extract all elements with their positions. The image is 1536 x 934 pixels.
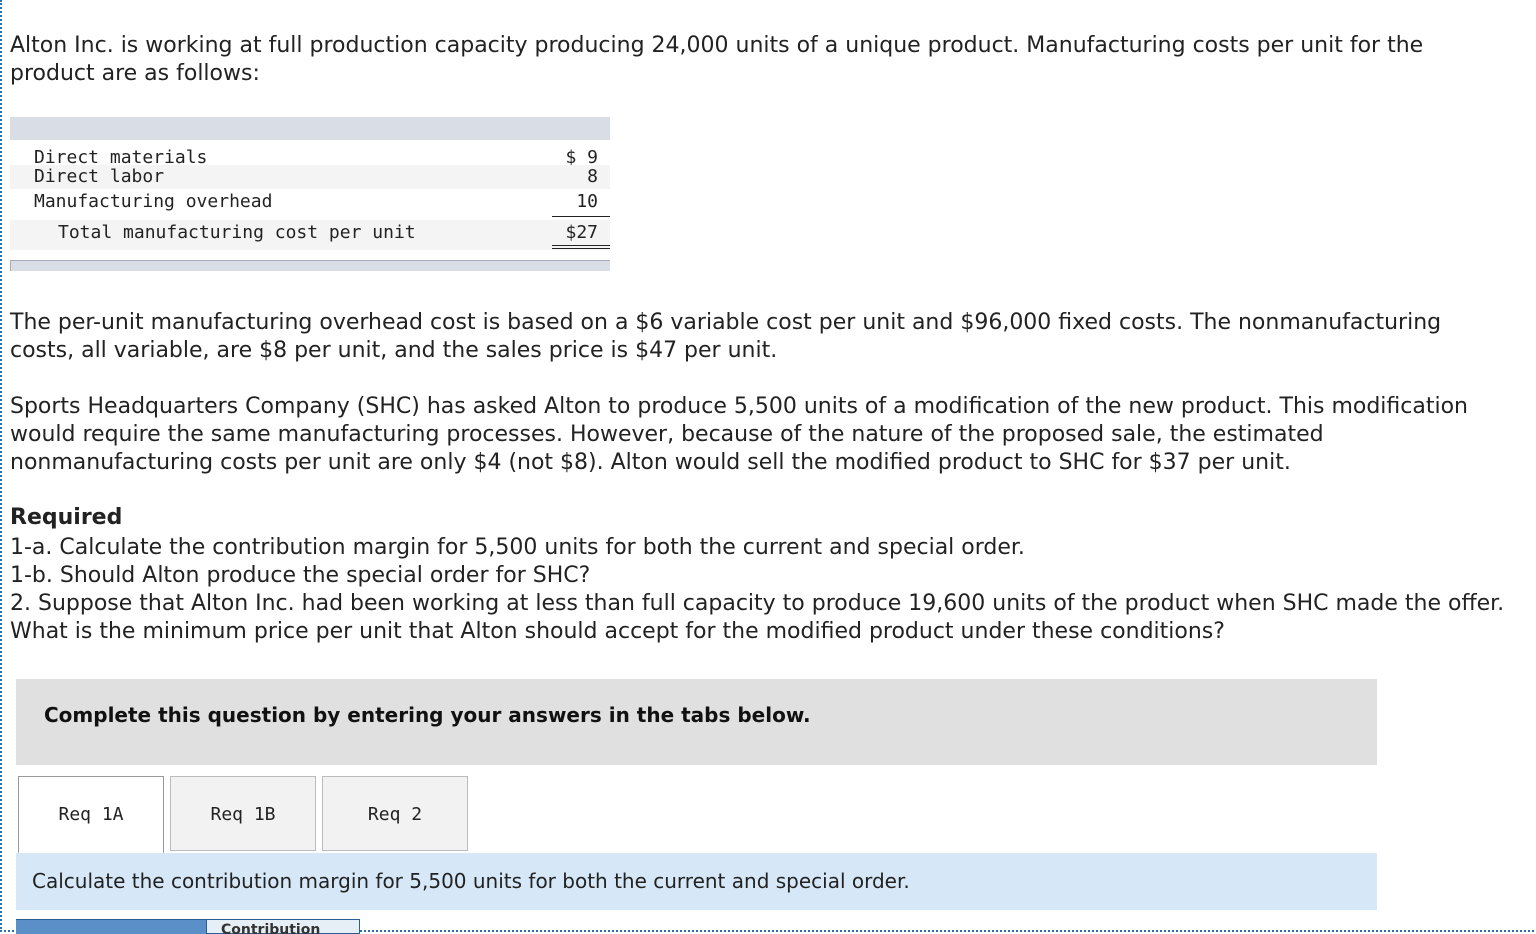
cost-table: Direct materials $ 9 Direct labor 8 Manu… xyxy=(10,117,610,271)
tab-req-1b[interactable]: Req 1B xyxy=(170,776,316,851)
overhead-paragraph: The per-unit manufacturing overhead cost… xyxy=(10,310,1442,363)
tab-instruction: Calculate the contribution margin for 5,… xyxy=(16,853,1377,910)
intro-text: Alton Inc. is working at full production… xyxy=(10,33,1424,86)
row-label: Direct labor xyxy=(34,166,165,187)
banner-text: Complete this question by entering your … xyxy=(44,703,811,727)
total-value: $27 xyxy=(565,222,598,243)
header-cell xyxy=(16,919,206,934)
tab-req-2[interactable]: Req 2 xyxy=(322,776,468,851)
instructions-banner: Complete this question by entering your … xyxy=(16,679,1377,765)
total-double-underline-2 xyxy=(552,248,610,249)
required-item: 1-b. Should Alton produce the special or… xyxy=(10,563,591,588)
required-item: 1-a. Calculate the contribution margin f… xyxy=(10,535,1025,560)
row-value: 8 xyxy=(587,166,598,187)
table-row: Manufacturing overhead 10 xyxy=(10,190,610,214)
table-footer-bar xyxy=(10,260,610,271)
total-label: Total manufacturing cost per unit xyxy=(58,222,416,243)
row-value: 10 xyxy=(576,191,598,212)
total-double-underline-1 xyxy=(552,245,610,246)
required-heading: Required xyxy=(10,505,123,530)
table-row: Direct labor 8 xyxy=(10,165,610,189)
answer-tabs: Req 1A Req 1B Req 2 xyxy=(16,775,1377,855)
required-list: 1-a. Calculate the contribution margin f… xyxy=(10,534,1530,646)
instruction-text: Calculate the contribution margin for 5,… xyxy=(32,869,910,893)
tab-req-1a[interactable]: Req 1A xyxy=(18,776,164,854)
required-item: 2. Suppose that Alton Inc. had been work… xyxy=(10,591,1505,644)
answer-table-header: Contribution xyxy=(16,919,360,934)
subtotal-underline xyxy=(552,216,610,217)
header-cell-contribution: Contribution xyxy=(206,919,360,934)
table-total-row: Total manufacturing cost per unit $27 xyxy=(10,220,610,250)
special-order-paragraph: Sports Headquarters Company (SHC) has as… xyxy=(10,394,1468,475)
table-header-bar xyxy=(10,117,610,140)
row-label: Manufacturing overhead xyxy=(34,191,273,212)
